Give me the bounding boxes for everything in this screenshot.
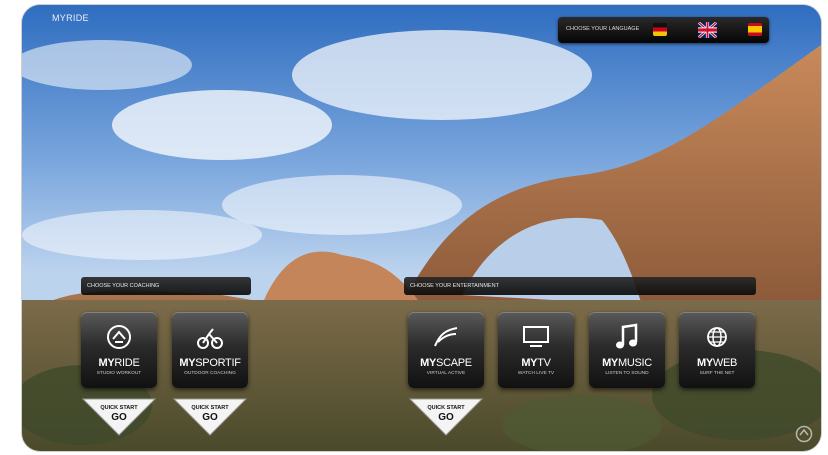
tile-prefix: MY bbox=[98, 357, 115, 369]
entertainment-section-bar: CHOOSE YOUR ENTERTAINMENT bbox=[404, 277, 756, 295]
app-brand-label: MYRIDE bbox=[52, 13, 89, 23]
go-label: GO bbox=[438, 412, 454, 423]
tile-subtitle: STUDIO WORKOUT bbox=[96, 371, 142, 376]
rider-icon bbox=[81, 322, 157, 352]
quick-start-label: QUICK START bbox=[191, 405, 229, 411]
tile-suffix: WEB bbox=[712, 357, 738, 369]
go-label: GO bbox=[202, 412, 218, 423]
corner-logo-icon bbox=[795, 425, 813, 443]
tile-prefix: MY bbox=[420, 357, 437, 369]
language-bar: CHOOSE YOUR LANGUAGE bbox=[558, 17, 769, 43]
tile-prefix: MY bbox=[602, 357, 618, 369]
cyclist-icon bbox=[172, 322, 248, 352]
tile-subtitle: LISTEN TO SOUND bbox=[605, 371, 649, 376]
landscape-icon bbox=[408, 322, 484, 352]
mysportif-tile[interactable]: MYSPORTIF OUTDOOR COACHING bbox=[172, 312, 248, 388]
coaching-section-bar: CHOOSE YOUR COACHING bbox=[81, 277, 251, 295]
myscape-tile[interactable]: MYSCAPE VIRTUAL ACTIVE bbox=[408, 312, 484, 388]
tile-subtitle: OUTDOOR COACHING bbox=[184, 371, 236, 376]
mymusic-tile[interactable]: MYMUSIC LISTEN TO SOUND bbox=[589, 312, 665, 388]
tile-subtitle: VIRTUAL ACTIVE bbox=[426, 371, 466, 376]
language-label: CHOOSE YOUR LANGUAGE bbox=[566, 26, 640, 32]
tile-suffix: RIDE bbox=[114, 357, 140, 369]
flag-germany-icon[interactable] bbox=[653, 23, 667, 36]
tile-prefix: MY bbox=[696, 357, 713, 369]
myride-tile[interactable]: MYRIDE STUDIO WORKOUT bbox=[81, 312, 157, 388]
globe-icon bbox=[679, 322, 755, 352]
mysportif-quick-start-button[interactable]: QUICK START GO bbox=[172, 397, 248, 437]
coaching-label: CHOOSE YOUR COACHING bbox=[87, 283, 160, 289]
tile-prefix: MY bbox=[521, 357, 538, 369]
myscape-quick-start-button[interactable]: QUICK START GO bbox=[408, 397, 484, 437]
quick-start-label: QUICK START bbox=[427, 405, 465, 411]
tile-suffix: SCAPE bbox=[436, 357, 472, 369]
go-label: GO bbox=[111, 412, 127, 423]
tile-suffix: SPORTIF bbox=[195, 357, 241, 369]
tile-suffix: TV bbox=[537, 357, 551, 369]
flag-uk-icon[interactable] bbox=[698, 22, 717, 38]
entertainment-label: CHOOSE YOUR ENTERTAINMENT bbox=[410, 283, 499, 289]
flag-spain-icon[interactable] bbox=[748, 23, 762, 36]
tile-suffix: MUSIC bbox=[617, 357, 652, 369]
tile-subtitle: SURF THE NET bbox=[699, 371, 735, 376]
mytv-tile[interactable]: MYTV WATCH LIVE TV bbox=[498, 312, 574, 388]
main-screen: MYRIDE CHOOSE YOUR LANGUAGE CHOOSE YOUR … bbox=[22, 5, 821, 451]
tv-icon bbox=[498, 322, 574, 352]
tile-prefix: MY bbox=[179, 357, 196, 369]
tile-subtitle: WATCH LIVE TV bbox=[517, 371, 555, 376]
myweb-tile[interactable]: MYWEB SURF THE NET bbox=[679, 312, 755, 388]
myride-quick-start-button[interactable]: QUICK START GO bbox=[81, 397, 157, 437]
quick-start-label: QUICK START bbox=[100, 405, 138, 411]
music-note-icon bbox=[589, 322, 665, 352]
